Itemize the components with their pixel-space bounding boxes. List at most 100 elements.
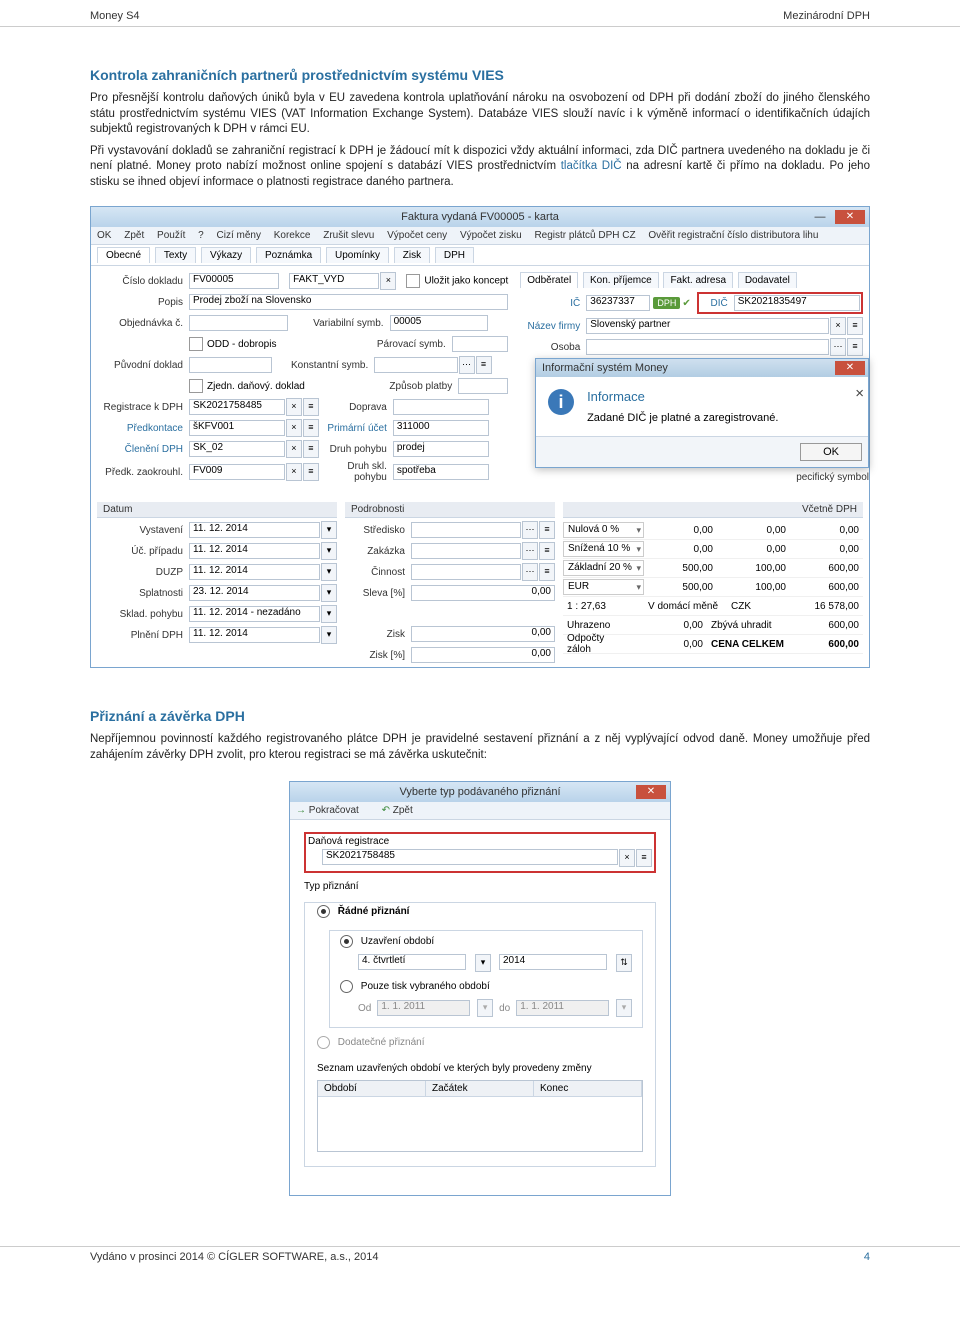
tb-vypocet-zisku[interactable]: Výpočet zisku	[460, 230, 522, 241]
close-icon[interactable]: ✕	[835, 210, 865, 224]
dropdown-icon[interactable]: ▾	[321, 521, 337, 539]
tb-help[interactable]: ?	[198, 230, 204, 241]
list-icon[interactable]: ≡	[476, 356, 492, 374]
minimize-icon[interactable]: —	[809, 210, 831, 224]
pln-input[interactable]: 11. 12. 2014	[189, 627, 320, 643]
subtab-konprijemce[interactable]: Kon. příjemce	[583, 272, 659, 288]
tab-zisk[interactable]: Zisk	[394, 247, 430, 263]
ic-input[interactable]: 36237337	[586, 295, 650, 311]
list-icon[interactable]: ≡	[847, 338, 863, 356]
druhs-input[interactable]: spotřeba	[393, 464, 489, 480]
tab-poznamka[interactable]: Poznámka	[256, 247, 321, 263]
clear-icon[interactable]: ×	[286, 398, 302, 416]
spinner-icon[interactable]: ⇅	[616, 954, 632, 972]
label-prim[interactable]: Primární účet	[319, 423, 393, 434]
dialog-close-icon[interactable]: ✕	[835, 361, 865, 375]
osoba-input[interactable]	[586, 339, 829, 355]
tb-registr[interactable]: Registr plátců DPH CZ	[534, 230, 635, 241]
clear-icon[interactable]: ×	[286, 419, 302, 437]
dropdown-icon[interactable]: ▾	[321, 584, 337, 602]
zakazka-input[interactable]	[411, 543, 521, 559]
subtab-dodavatel[interactable]: Dodavatel	[738, 272, 797, 288]
dropdown-icon[interactable]: ▾	[321, 563, 337, 581]
doprava-input[interactable]	[393, 399, 489, 415]
tb-pouzit[interactable]: Použít	[157, 230, 185, 241]
parovaci-input[interactable]	[452, 336, 509, 352]
odd-checkbox[interactable]	[189, 337, 203, 351]
puvodni-input[interactable]	[189, 357, 272, 373]
druhp-input[interactable]: prodej	[393, 441, 489, 457]
subtab-faktadresa[interactable]: Fakt. adresa	[663, 272, 733, 288]
list-icon[interactable]: ≡	[303, 419, 319, 437]
cislo-input[interactable]: FV00005	[189, 273, 279, 289]
dropdown-icon[interactable]: ▾	[321, 626, 337, 644]
subtab-odberatel[interactable]: Odběratel	[520, 272, 578, 288]
vs-input[interactable]: 00005	[390, 315, 489, 331]
ld-close-icon[interactable]: ✕	[636, 785, 666, 799]
dic-link[interactable]: DIČ	[700, 298, 734, 309]
tab-upominky[interactable]: Upomínky	[326, 247, 389, 263]
dropdown-icon[interactable]: ▾	[321, 542, 337, 560]
clear-icon[interactable]: ⋯	[522, 542, 538, 560]
list-icon[interactable]: ≡	[303, 440, 319, 458]
label-cleneni[interactable]: Členění DPH	[97, 444, 189, 455]
tab-texty[interactable]: Texty	[155, 247, 196, 263]
dropdown-icon[interactable]: ▾	[475, 954, 491, 972]
danreg-input[interactable]: SK2021758485	[322, 849, 618, 865]
sleva-input[interactable]: 0,00	[411, 585, 555, 601]
ld-pokracovat[interactable]: → Pokračovat	[296, 805, 369, 816]
obj-input[interactable]	[189, 315, 288, 331]
koncept-checkbox[interactable]	[406, 274, 420, 288]
stredisko-input[interactable]	[411, 522, 521, 538]
konst-input[interactable]	[374, 357, 457, 373]
tab-vykazy[interactable]: Výkazy	[201, 247, 251, 263]
radne-radio[interactable]	[317, 905, 330, 918]
pick-icon[interactable]: ⋯	[459, 356, 475, 374]
cinnost-input[interactable]	[411, 564, 521, 580]
nazev-input[interactable]: Slovenský partner	[586, 318, 829, 334]
dodatecne-radio[interactable]	[317, 1036, 330, 1049]
ic-link[interactable]: IČ	[520, 298, 586, 309]
clear-icon[interactable]: ×	[380, 272, 396, 290]
list-icon[interactable]: ≡	[539, 521, 555, 539]
ctvrtleti-select[interactable]: 4. čtvrtletí	[358, 954, 466, 970]
spl-input[interactable]: 23. 12. 2014	[189, 585, 320, 601]
clear-icon[interactable]: ×	[830, 317, 846, 335]
pouzetisk-radio[interactable]	[340, 980, 353, 993]
currency-select[interactable]: EUR	[563, 579, 644, 595]
tax-select[interactable]: Nulová 0 %	[563, 522, 644, 538]
clear-icon[interactable]: ×	[619, 849, 635, 867]
tb-vypocet-ceny[interactable]: Výpočet ceny	[387, 230, 447, 241]
ld-zpet[interactable]: ↶ Zpět	[382, 805, 423, 816]
rada-input[interactable]: FAKT_VYD	[289, 273, 379, 289]
prim-input[interactable]: 311000	[393, 420, 489, 436]
tax-select[interactable]: Snížená 10 %	[563, 541, 644, 557]
clear-icon[interactable]: ⋯	[830, 338, 846, 356]
zjedn-checkbox[interactable]	[189, 379, 203, 393]
clear-icon[interactable]: ⋯	[522, 521, 538, 539]
zpusob-input[interactable]	[458, 378, 508, 394]
zaok-input[interactable]: FV009	[189, 464, 285, 480]
tab-obecne[interactable]: Obecné	[97, 247, 150, 263]
vyst-input[interactable]: 11. 12. 2014	[189, 522, 320, 538]
label-predkontace[interactable]: Předkontace	[97, 423, 189, 434]
sklad-input[interactable]: 11. 12. 2014 - nezadáno	[189, 606, 320, 622]
tb-ok[interactable]: OK	[97, 230, 111, 241]
tab-dph[interactable]: DPH	[435, 247, 474, 263]
dialog-ok-button[interactable]: OK	[800, 443, 862, 461]
list-icon[interactable]: ≡	[539, 563, 555, 581]
dialog-inner-close-icon[interactable]: ×	[855, 385, 864, 402]
uzavreni-radio[interactable]	[340, 935, 353, 948]
list-icon[interactable]: ≡	[539, 542, 555, 560]
list-icon[interactable]: ≡	[847, 317, 863, 335]
clear-icon[interactable]: ×	[286, 440, 302, 458]
clear-icon[interactable]: ×	[286, 463, 302, 481]
dic-input[interactable]: SK2021835497	[734, 295, 860, 311]
tb-zpet[interactable]: Zpět	[124, 230, 144, 241]
list-icon[interactable]: ≡	[303, 463, 319, 481]
tb-overit[interactable]: Ověřit registrační číslo distributora li…	[648, 230, 818, 241]
tax-select[interactable]: Základní 20 %	[563, 560, 644, 576]
predk-input[interactable]: šKFV001	[189, 420, 285, 436]
cleneni-input[interactable]: SK_02	[189, 441, 285, 457]
reg-input[interactable]: SK2021758485	[189, 399, 285, 415]
